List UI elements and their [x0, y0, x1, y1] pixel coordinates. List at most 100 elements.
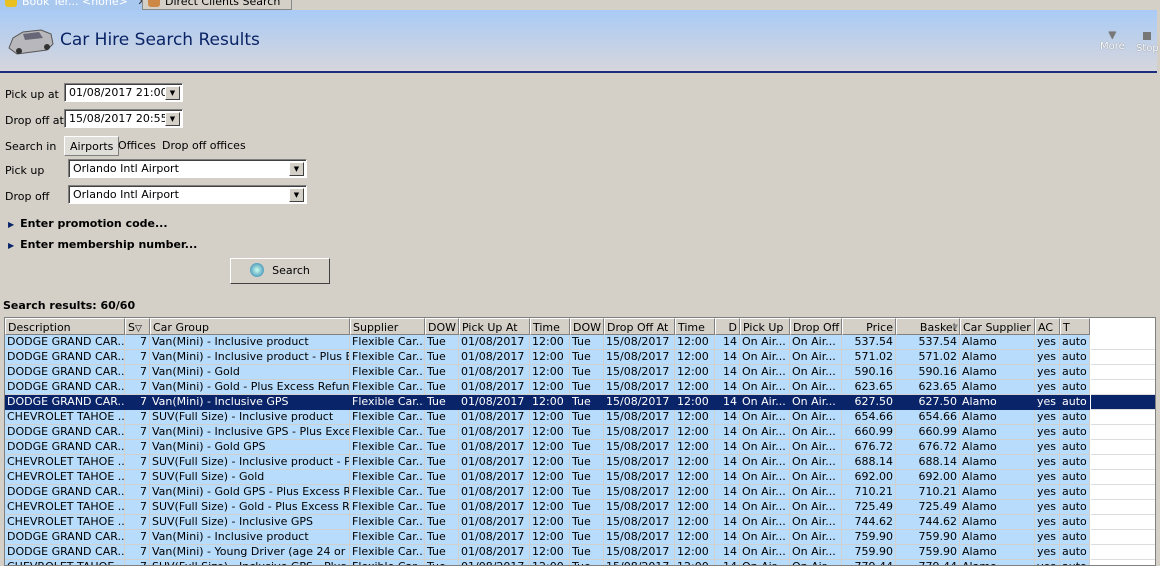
tab-airports[interactable]: Airports: [64, 136, 120, 156]
table-cell: 14: [715, 545, 740, 560]
table-cell: 759.90: [896, 530, 960, 545]
table-cell: 7: [125, 365, 150, 380]
table-cell: DODGE GRAND CAR...: [5, 440, 125, 455]
table-cell: 12:00: [675, 440, 715, 455]
table-cell: 01/08/2017: [459, 500, 530, 515]
table-cell: 14: [715, 365, 740, 380]
book-icon: [5, 0, 17, 7]
table-cell: 7: [125, 425, 150, 440]
chevron-down-icon[interactable]: ▼: [289, 162, 304, 176]
dropoff-location-select[interactable]: Orlando Intl Airport ▼: [68, 185, 307, 204]
table-cell: Alamo: [960, 530, 1035, 545]
table-cell: yes: [1035, 470, 1060, 485]
column-header[interactable]: Car Supplier: [960, 318, 1035, 335]
dropoff-at-label: Drop off at: [5, 114, 64, 127]
table-cell: Tue: [570, 530, 604, 545]
table-cell: Van(Mini) - Gold GPS - Plus Excess Ref..…: [150, 485, 350, 500]
table-cell: 759.90: [842, 530, 896, 545]
table-cell: 12:00: [530, 380, 570, 395]
table-cell: On Air...: [790, 380, 842, 395]
table-cell: yes: [1035, 410, 1060, 425]
more-button[interactable]: ▼ More: [1100, 30, 1125, 52]
table-cell: Alamo: [960, 560, 1035, 565]
table-cell: Tue: [570, 470, 604, 485]
table-cell: On Air...: [790, 395, 842, 410]
search-button[interactable]: Search: [230, 258, 330, 284]
pickup-location-select[interactable]: Orlando Intl Airport ▼: [68, 159, 307, 178]
table-cell: 15/08/2017: [604, 500, 675, 515]
column-header[interactable]: DOW: [425, 318, 459, 335]
table-cell: On Air...: [790, 365, 842, 380]
column-header[interactable]: T: [1060, 318, 1090, 335]
results-summary: Search results: 60/60: [3, 299, 136, 312]
dropoff-at-field[interactable]: 15/08/2017 20:55 ▼: [64, 109, 183, 128]
row-filler: [1091, 365, 1155, 380]
filter-icon[interactable]: ▽: [135, 324, 142, 334]
column-header[interactable]: AC: [1035, 318, 1060, 335]
table-cell: auto: [1060, 515, 1090, 530]
chevron-down-icon[interactable]: ▼: [289, 188, 304, 202]
column-header[interactable]: Car Group: [150, 318, 350, 335]
table-cell: 537.54: [842, 335, 896, 350]
table-cell: 12:00: [675, 350, 715, 365]
table-cell: CHEVROLET TAHOE ...: [5, 470, 125, 485]
chevron-down-icon[interactable]: ▼: [165, 86, 180, 100]
table-cell: 623.65: [842, 380, 896, 395]
table-cell: Alamo: [960, 515, 1035, 530]
tab-drop-off-offices[interactable]: Drop off offices: [157, 136, 251, 156]
column-header[interactable]: Time: [675, 318, 715, 335]
chevron-down-icon[interactable]: ▼: [165, 112, 180, 126]
pickup-at-field[interactable]: 01/08/2017 21:00 ▼: [64, 83, 183, 102]
table-cell: 12:00: [530, 500, 570, 515]
column-header[interactable]: Pick Up: [740, 318, 790, 335]
table-cell: 12:00: [675, 335, 715, 350]
table-cell: 12:00: [675, 425, 715, 440]
column-header[interactable]: DOW: [570, 318, 604, 335]
table-cell: Flexible Car...: [350, 410, 425, 425]
table-cell: Tue: [570, 410, 604, 425]
table-cell: 7: [125, 470, 150, 485]
table-cell: 14: [715, 350, 740, 365]
table-cell: auto: [1060, 500, 1090, 515]
column-header[interactable]: Drop Off At: [604, 318, 675, 335]
table-cell: DODGE GRAND CAR...: [5, 350, 125, 365]
column-header[interactable]: Time: [530, 318, 570, 335]
table-cell: SUV(Full Size) - Inclusive product: [150, 410, 350, 425]
table-cell: 7: [125, 455, 150, 470]
table-cell: DODGE GRAND CAR...: [5, 425, 125, 440]
column-header[interactable]: D: [715, 318, 740, 335]
tab-offices[interactable]: Offices: [113, 136, 161, 156]
column-header[interactable]: Supplier: [350, 318, 425, 335]
column-header[interactable]: Pick Up At: [459, 318, 530, 335]
stop-button[interactable]: Stop: [1136, 30, 1159, 54]
table-cell: On Air...: [740, 425, 790, 440]
table-cell: auto: [1060, 380, 1090, 395]
row-filler: [1091, 395, 1155, 410]
table-cell: 7: [125, 485, 150, 500]
membership-number-expander[interactable]: ▶ Enter membership number...: [8, 238, 197, 251]
column-header[interactable]: Price: [842, 318, 896, 335]
table-cell: 01/08/2017: [459, 350, 530, 365]
table-cell: Tue: [570, 485, 604, 500]
table-cell: auto: [1060, 455, 1090, 470]
column-header[interactable]: Drop Off: [790, 318, 842, 335]
table-cell: Tue: [425, 380, 459, 395]
table-cell: Flexible Car...: [350, 470, 425, 485]
promotion-code-expander[interactable]: ▶ Enter promotion code...: [8, 217, 168, 230]
table-cell: 12:00: [530, 530, 570, 545]
tab-book[interactable]: Book Ter... <none> ✕: [0, 0, 147, 10]
table-cell: auto: [1060, 425, 1090, 440]
row-filler: [1091, 455, 1155, 470]
table-cell: Tue: [425, 500, 459, 515]
column-header[interactable]: Description: [5, 318, 125, 335]
column-header[interactable]: S▽: [125, 318, 150, 335]
table-cell: yes: [1035, 455, 1060, 470]
tab-direct-clients-search[interactable]: Direct Clients Search: [142, 0, 292, 10]
table-cell: yes: [1035, 485, 1060, 500]
results-table[interactable]: Description S▽ Car Group Supplier DOW Pick Up…: [4, 317, 1156, 566]
column-header[interactable]: Basket ▼: [896, 318, 960, 335]
table-cell: 12:00: [530, 365, 570, 380]
row-filler: [1091, 350, 1155, 365]
table-cell: 15/08/2017: [604, 515, 675, 530]
table-cell: Flexible Car...: [350, 530, 425, 545]
